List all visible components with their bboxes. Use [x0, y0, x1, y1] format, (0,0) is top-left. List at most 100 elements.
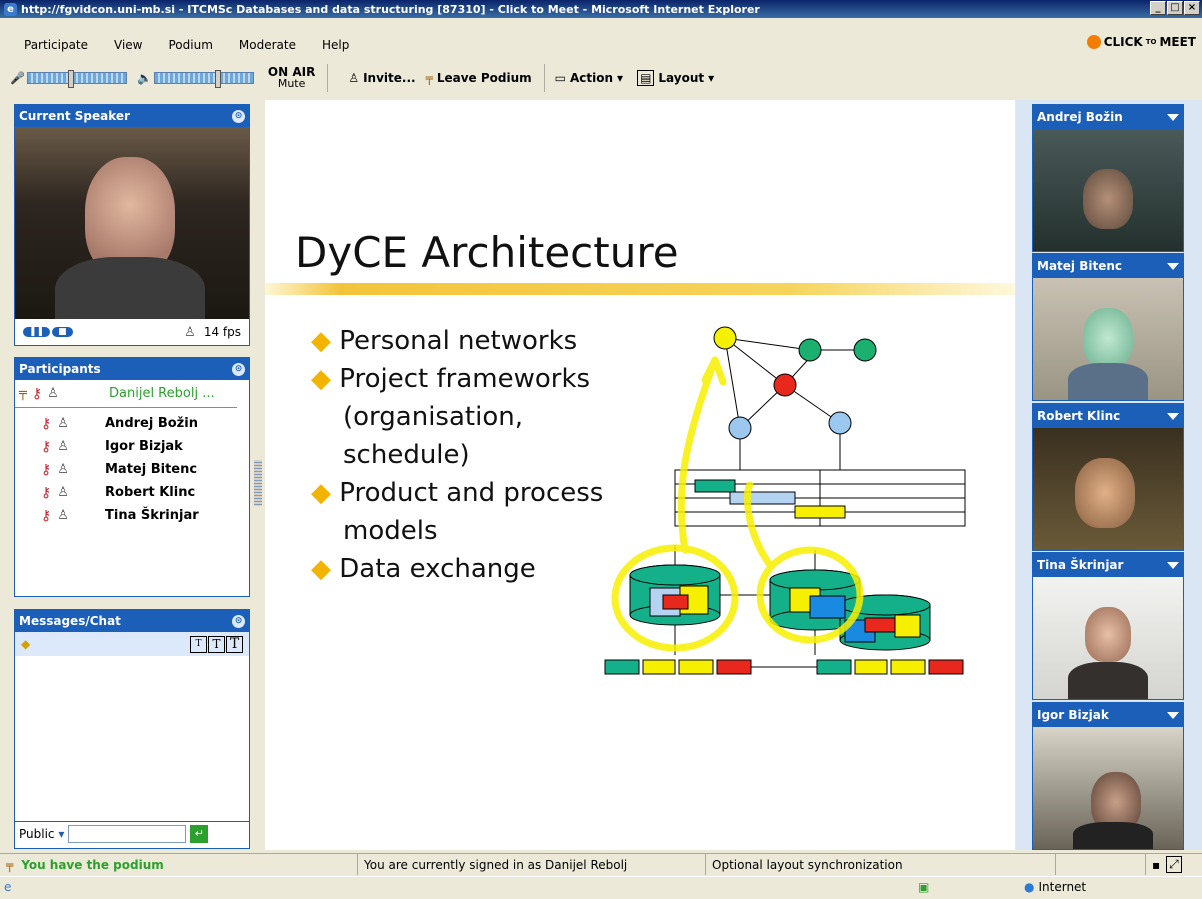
toolbar-separator [327, 64, 329, 92]
camera-tile: Andrej Božin [1032, 104, 1184, 252]
window-titlebar: e http://fgvidcon.uni-mb.si - ITCMSc Dat… [0, 0, 1202, 18]
close-button[interactable]: × [1184, 1, 1200, 15]
dropdown-icon[interactable] [1167, 113, 1179, 121]
chat-panel: Messages/Chat ⊙ ◆ T T T Public ▾ ↵ [14, 609, 250, 849]
participant-list: ╤ ⚷ ♙ Danijel Rebolj ... ⚷ ♙ Andrej Božin… [15, 380, 249, 527]
volume-slider[interactable] [153, 70, 254, 88]
bullet-item: models [343, 516, 438, 546]
menu-moderate[interactable]: Moderate [226, 38, 309, 52]
podium-icon: ╤ [19, 385, 27, 401]
bullet-item: ◆ Data exchange [311, 554, 536, 584]
sync-status: Optional layout synchronization [706, 854, 1056, 875]
chat-messages [15, 656, 249, 822]
user-icon: ♙ [57, 439, 69, 454]
maximize-button[interactable]: □ [1167, 1, 1183, 15]
minimize-button[interactable]: _ [1150, 1, 1166, 15]
participant-row[interactable]: ⚷ ♙ Andrej Božin [15, 412, 249, 435]
signed-in-status: You are currently signed in as Danijel R… [358, 854, 706, 875]
key-icon: ⚷ [41, 438, 52, 455]
participant-row[interactable]: ⚷ ♙ Igor Bizjak [15, 435, 249, 458]
font-medium-button[interactable]: T [208, 635, 225, 653]
key-icon: ⚷ [41, 484, 52, 501]
toolbar: 🎤 🔈 ON AIR Mute ♙ Invite... ╤ Leave Podium… [0, 58, 1202, 98]
send-icon[interactable]: ↵ [190, 825, 209, 843]
speaker-video [15, 127, 249, 319]
user-icon: ♙ [47, 385, 59, 401]
mic-slider[interactable] [26, 70, 127, 88]
camera-tile: Robert Klinc [1032, 403, 1184, 551]
camera-header: Robert Klinc [1033, 404, 1183, 428]
menu-podium[interactable]: Podium [156, 38, 226, 52]
stop-icon[interactable]: ■ [52, 327, 73, 337]
panel-splitter[interactable] [254, 460, 262, 506]
camera-tile: Igor Bizjak [1032, 702, 1184, 850]
participants-panel: Participants ⊙ ╤ ⚷ ♙ Danijel Rebolj ... … [14, 357, 250, 597]
camera-header: Matej Bitenc [1033, 254, 1183, 278]
pause-icon[interactable]: ❚❚ [23, 327, 51, 337]
architecture-diagram [604, 326, 966, 675]
participant-row[interactable]: ⚷ ♙ Robert Klinc [15, 481, 249, 504]
mic-icon: 🎤 [10, 71, 25, 85]
key-icon: ⚷ [41, 507, 52, 524]
fullscreen-icon[interactable]: ⤢ [1166, 856, 1182, 873]
font-small-button[interactable]: T [190, 635, 207, 653]
bullet-item: ◆ Project frameworks [311, 364, 591, 394]
title-underline [265, 283, 1015, 295]
chevron-down-icon: ▾ [58, 827, 65, 841]
collapse-icon[interactable]: ⊙ [232, 109, 245, 123]
user-icon: ♙ [57, 416, 69, 431]
menu-view[interactable]: View [101, 38, 155, 52]
collapse-icon[interactable]: ⊙ [232, 614, 245, 628]
layout-icon: ▤ [637, 70, 655, 86]
dropdown-icon[interactable] [1167, 412, 1179, 420]
dropdown-icon[interactable] [1167, 711, 1179, 719]
podium-icon: ╤ [6, 857, 14, 872]
person-icon: ♙ [348, 71, 360, 85]
camera-video [1033, 129, 1183, 251]
menu-help[interactable]: Help [309, 38, 362, 52]
video-controls: ❚❚ ■ [23, 327, 73, 337]
user-icon: ♙ [57, 508, 69, 523]
window-icon: ▭ [554, 71, 566, 85]
menu-bar: Participate View Podium Moderate Help [0, 34, 1202, 56]
window-title: http://fgvidcon.uni-mb.si - ITCMSc Datab… [21, 2, 760, 16]
chat-input[interactable] [68, 825, 187, 843]
bullet-item: schedule) [343, 440, 470, 470]
camera-header: Andrej Božin [1033, 105, 1183, 129]
status-spacer [1056, 854, 1146, 875]
dropdown-icon[interactable] [1167, 262, 1179, 270]
invite-button[interactable]: ♙ Invite... [348, 71, 415, 85]
chat-header: Messages/Chat ⊙ [15, 610, 249, 632]
font-large-button[interactable]: T [226, 635, 243, 653]
bullet-item: (organisation, [343, 402, 523, 432]
on-air-mute-button[interactable]: ON AIR Mute [268, 66, 315, 90]
volume-icon: 🔈 [136, 71, 152, 85]
action-menu-button[interactable]: ▭ Action ▾ [555, 71, 623, 85]
chevron-down-icon: ▾ [617, 71, 624, 85]
menu-participate[interactable]: Participate [0, 38, 101, 52]
collapse-icon[interactable]: ⊙ [232, 362, 245, 376]
participant-row-host[interactable]: ╤ ⚷ ♙ Danijel Rebolj ... [15, 380, 237, 408]
dropdown-icon[interactable] [1167, 561, 1179, 569]
zone-indicator: ● Internet [1024, 880, 1087, 894]
leave-podium-button[interactable]: ╤ Leave Podium [426, 71, 532, 85]
current-speaker-panel: Current Speaker ⊙ ❚❚ ■ ♙ 14 fps [14, 104, 250, 346]
participants-header: Participants ⊙ [15, 358, 249, 380]
mic-level[interactable]: 🎤 [10, 70, 127, 88]
chat-scope-select[interactable]: Public ▾ [19, 827, 64, 841]
camera-header: Igor Bizjak [1033, 703, 1183, 727]
eraser-icon[interactable]: ◆ [21, 637, 30, 651]
toolbar-separator [543, 64, 545, 92]
participant-row[interactable]: ⚷ ♙ Matej Bitenc [15, 458, 249, 481]
participant-row[interactable]: ⚷ ♙ Tina Škrinjar [15, 504, 249, 527]
status-icons: ▪ ⤢ [1146, 854, 1182, 875]
layout-menu-button[interactable]: ▤ Layout ▾ [637, 70, 714, 86]
camera-tile: Tina Škrinjar [1032, 552, 1184, 700]
speaker-level[interactable]: 🔈 [136, 70, 254, 88]
camera-video [1033, 727, 1183, 849]
network-icon: ▪ [1152, 857, 1161, 872]
bullet-item: ◆ Product and process [311, 478, 604, 508]
bullet-item: ◆ Personal networks [311, 326, 578, 356]
speaker-controls: ❚❚ ■ ♙ 14 fps [15, 319, 249, 345]
slide-title: DyCE Architecture [295, 228, 679, 277]
